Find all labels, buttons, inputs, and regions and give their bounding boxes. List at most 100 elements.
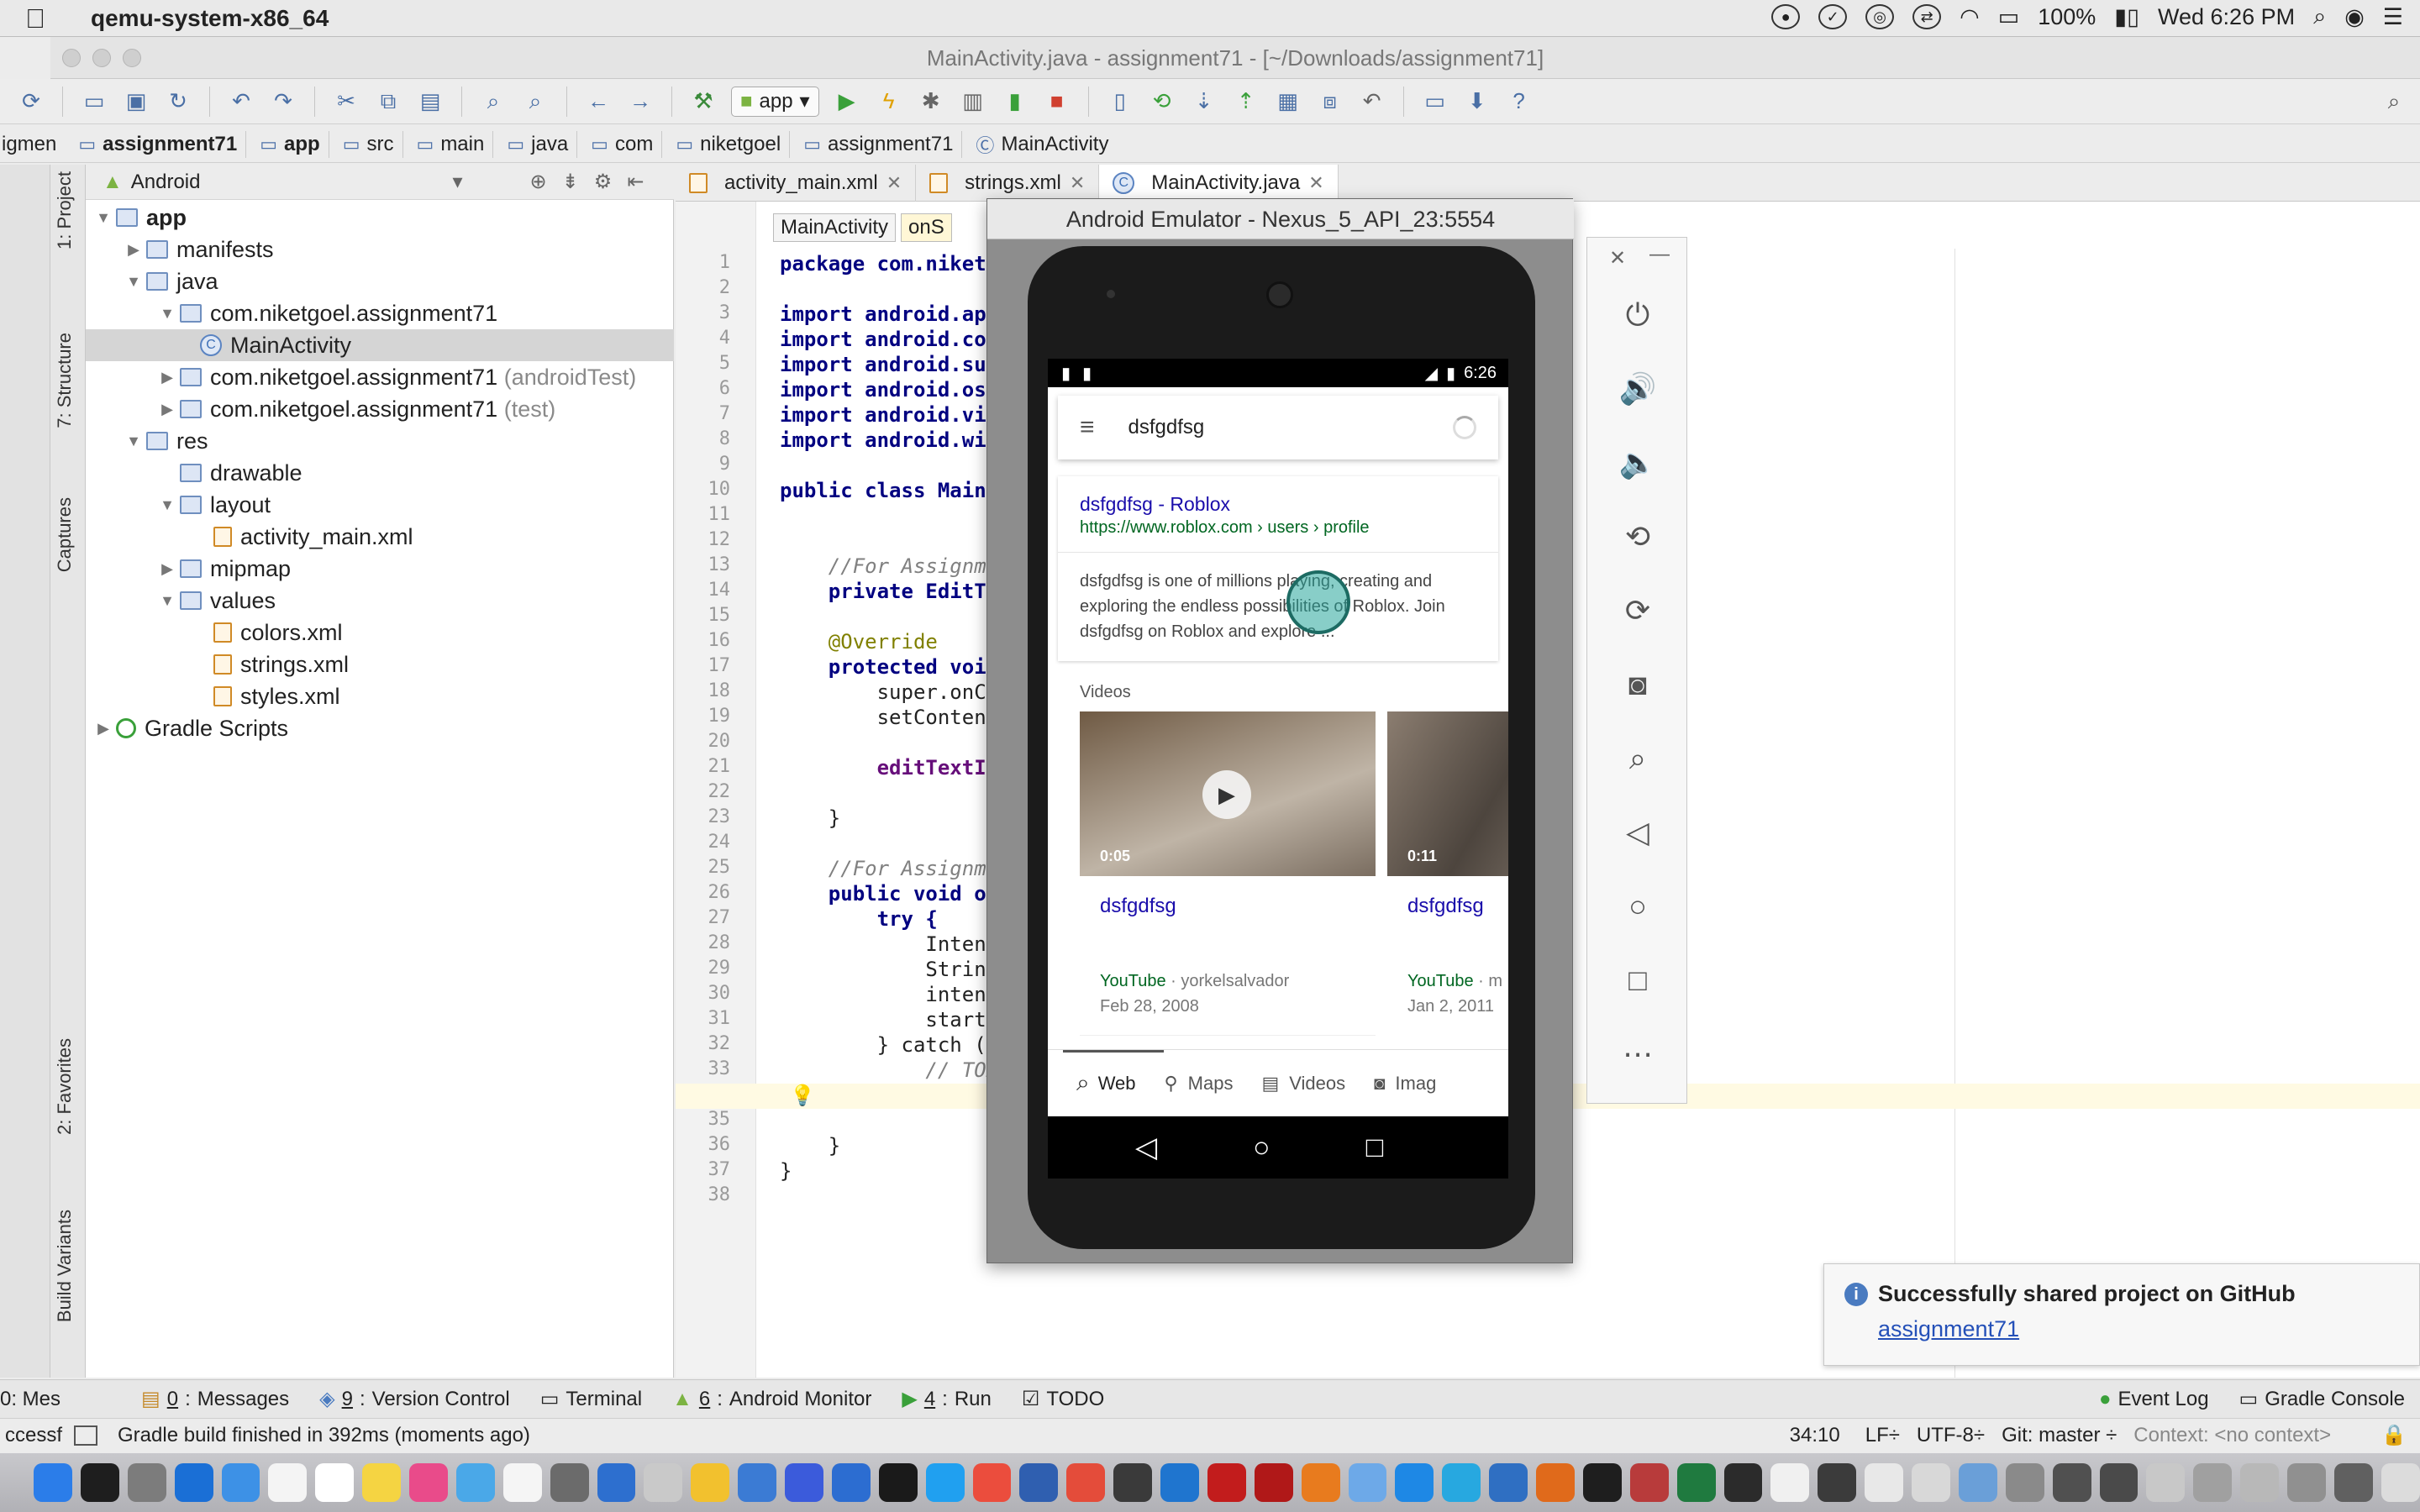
notification-center-icon[interactable]: ☰ — [2383, 4, 2403, 30]
tree-node-java[interactable]: ▼ java — [86, 265, 674, 297]
tab-project[interactable]: 1: Project — [54, 171, 76, 249]
compare-icon[interactable]: ⧈ — [1316, 87, 1344, 116]
code-line[interactable]: private EditTe — [780, 580, 998, 603]
close-tab-icon[interactable]: ✕ — [886, 172, 902, 194]
back-icon[interactable]: ◁ — [1135, 1131, 1157, 1164]
code-line[interactable]: editTextIn — [780, 756, 999, 780]
cut-icon[interactable]: ✂ — [332, 87, 360, 116]
home-icon[interactable]: ○ — [1612, 881, 1663, 932]
breadcrumb-item[interactable]: ▭ com — [582, 130, 663, 158]
wifi-icon[interactable]: ◠ — [1960, 4, 1980, 30]
tree-node-mainactivity[interactable]: C MainActivity — [86, 329, 674, 361]
dock-app-icon[interactable] — [878, 1463, 918, 1502]
dock-app-icon[interactable] — [1395, 1463, 1434, 1502]
dock-app-icon[interactable] — [1582, 1463, 1622, 1502]
tree-node-mipmap[interactable]: ▶ mipmap — [86, 553, 674, 585]
collapse-all-icon[interactable]: ⇟ — [562, 170, 579, 194]
rotate-left-icon[interactable]: ⟲ — [1612, 512, 1663, 562]
dock-app-icon[interactable] — [2099, 1463, 2139, 1502]
code-line[interactable]: } — [780, 1134, 840, 1158]
tree-node-strings-xml[interactable]: strings.xml — [86, 648, 674, 680]
code-line[interactable]: import android.wid — [780, 428, 998, 452]
tab-build-variants[interactable]: Build Variants — [54, 1210, 76, 1322]
code-line[interactable]: import android.sup — [780, 353, 998, 376]
rotate-right-icon[interactable]: ⟳ — [1612, 585, 1663, 636]
zoom-icon[interactable]: ⌕ — [1612, 733, 1663, 784]
airplay-icon[interactable]: ▭ — [1998, 4, 2020, 30]
apple-menu-icon[interactable]:  — [25, 3, 45, 34]
tree-node-manifests[interactable]: ▶ manifests — [86, 234, 674, 265]
help-icon[interactable]: ? — [1505, 87, 1534, 116]
tab-android-monitor[interactable]: ▲ 6: Android Monitor — [657, 1380, 886, 1419]
breadcrumb-item[interactable]: ▭ assignment71 — [795, 130, 963, 158]
dock-app-icon[interactable] — [127, 1463, 166, 1502]
vcs-pull-icon[interactable]: ⇣ — [1190, 87, 1218, 116]
close-tab-icon[interactable]: ✕ — [1308, 172, 1323, 194]
sync-icon[interactable]: ⟳ — [17, 87, 45, 116]
dock-app-icon[interactable] — [1066, 1463, 1106, 1502]
code-line[interactable]: import android.con — [780, 328, 998, 351]
dock-app-icon[interactable] — [1160, 1463, 1199, 1502]
tab-messages[interactable]: ▤ 0: Messages — [126, 1380, 304, 1419]
battery-icon[interactable]: ▮▯ — [2114, 4, 2139, 30]
dock-app-icon[interactable] — [2287, 1463, 2326, 1502]
project-view-select[interactable]: Android — [131, 171, 201, 194]
vcs-history-icon[interactable]: ▦ — [1274, 87, 1302, 116]
code-line[interactable]: public class MainA — [780, 479, 998, 502]
save-all-icon[interactable]: ▣ — [122, 87, 150, 116]
close-tab-icon[interactable]: ✕ — [1070, 172, 1085, 194]
code-line[interactable]: Intent — [780, 932, 998, 956]
run-icon[interactable]: ▶ — [833, 87, 861, 116]
volume-up-icon[interactable]: 🔊 — [1612, 364, 1663, 414]
tab-images[interactable]: Imag — [1395, 1073, 1436, 1095]
tor-icon[interactable]: ◎ — [1865, 4, 1895, 29]
nav-method[interactable]: onS — [901, 213, 952, 242]
dock-app-icon[interactable] — [1254, 1463, 1293, 1502]
dock-app-icon[interactable] — [268, 1463, 308, 1502]
paste-icon[interactable]: ▤ — [416, 87, 445, 116]
tab-todo[interactable]: ☑ TODO — [1007, 1380, 1119, 1419]
breadcrumb-item[interactable]: Ⓒ MainActivity — [967, 131, 1117, 158]
dock-app-icon[interactable] — [1207, 1463, 1246, 1502]
tree-node-styles-xml[interactable]: styles.xml — [86, 680, 674, 712]
hide-panel-icon[interactable]: ⇤ — [627, 170, 644, 194]
avd-manager-icon[interactable]: ▯ — [1106, 87, 1134, 116]
undo-icon[interactable]: ↶ — [227, 87, 255, 116]
sdk-manager-icon[interactable]: ⬇ — [1463, 87, 1491, 116]
more-options-icon[interactable]: ⋯ — [1612, 1029, 1663, 1079]
overview-icon[interactable]: □ — [1612, 955, 1663, 1005]
film-icon[interactable]: ▤ — [1261, 1073, 1279, 1095]
result-url[interactable]: https://www.roblox.com › users › profile — [1080, 518, 1370, 538]
dock-app-icon[interactable] — [2381, 1463, 2420, 1502]
dock-app-icon[interactable] — [1912, 1463, 1950, 1502]
dock-app-icon[interactable] — [2146, 1463, 2186, 1502]
volume-down-icon[interactable]: 🔈 — [1612, 438, 1663, 488]
dock-app-icon[interactable] — [502, 1463, 542, 1502]
result-title[interactable]: dsfgdfsg - Roblox — [1080, 493, 1230, 516]
notification-link[interactable]: assignment71 — [1878, 1316, 2019, 1342]
video-title[interactable]: dsfgdfsg — [1407, 895, 1484, 918]
video-thumbnail[interactable]: 0:11 — [1387, 711, 1508, 876]
dock-app-icon[interactable] — [1818, 1463, 1857, 1502]
siri-icon[interactable]: ◉ — [2344, 4, 2365, 30]
code-line[interactable]: } — [780, 806, 840, 830]
camera-icon[interactable]: ◙ — [1374, 1073, 1385, 1095]
dock-app-icon[interactable] — [1629, 1463, 1669, 1502]
settings-gear-icon[interactable]: ⚙ — [594, 170, 613, 194]
breadcrumb-item[interactable]: ▭ main — [408, 130, 494, 158]
google-search-bar[interactable]: ≡ dsfgdfsg — [1058, 396, 1498, 459]
code-line[interactable]: //For Assignme — [780, 554, 998, 578]
tab-structure[interactable]: 7: Structure — [54, 333, 76, 428]
dock-app-icon[interactable] — [550, 1463, 589, 1502]
tree-node-colors-xml[interactable]: colors.xml — [86, 617, 674, 648]
tab-maps[interactable]: Maps — [1188, 1073, 1234, 1095]
play-icon[interactable]: ▶ — [1202, 770, 1251, 819]
dock-app-icon[interactable] — [644, 1463, 683, 1502]
hamburger-menu-icon[interactable]: ≡ — [1080, 413, 1095, 442]
tab-captures[interactable]: Captures — [54, 497, 76, 572]
forward-icon[interactable]: → — [626, 87, 655, 116]
dock-app-icon[interactable] — [315, 1463, 355, 1502]
scroll-from-source-icon[interactable]: ⊕ — [530, 170, 547, 194]
dock-app-icon[interactable] — [221, 1463, 260, 1502]
breadcrumb-item[interactable]: ▭ app — [251, 130, 329, 158]
